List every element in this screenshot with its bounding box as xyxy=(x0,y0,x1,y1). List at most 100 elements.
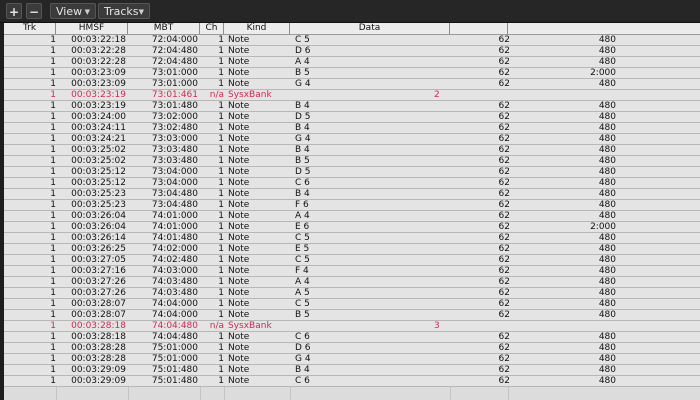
cell-mbt: 75:01:480 xyxy=(151,376,198,386)
note-event-row[interactable]: 1 00:03:27:26 74:03:480 1 Note A 5 62 480 xyxy=(4,288,700,299)
remove-event-button[interactable]: − xyxy=(26,3,42,19)
cell-ch: 1 xyxy=(218,189,224,199)
cell-length: 480 xyxy=(598,343,616,353)
note-event-row[interactable]: 1 00:03:28:28 75:01:000 1 Note D 6 62 480 xyxy=(4,343,700,354)
note-event-row[interactable]: 1 00:03:22:18 72:04:000 1 Note C 5 62 480 xyxy=(4,35,700,46)
cell-note: A 4 xyxy=(295,277,310,287)
cell-hmsf: 00:03:28:07 xyxy=(71,310,126,320)
note-event-row[interactable]: 1 00:03:22:28 72:04:480 1 Note A 4 62 480 xyxy=(4,57,700,68)
cell-note: C 5 xyxy=(295,35,310,45)
sysx-event-row[interactable]: 1 00:03:23:19 73:01:461 n/a SysxBank 2 xyxy=(4,90,700,101)
cell-velocity: 62 xyxy=(498,299,510,309)
cell-velocity: 62 xyxy=(498,376,510,386)
note-event-row[interactable]: 1 00:03:23:19 73:01:480 1 Note B 4 62 480 xyxy=(4,101,700,112)
note-event-row[interactable]: 1 00:03:23:09 73:01:000 1 Note G 4 62 480 xyxy=(4,79,700,90)
cell-ch: 1 xyxy=(218,156,224,166)
cell-velocity: 62 xyxy=(498,244,510,254)
cell-kind: Note xyxy=(228,376,250,386)
cell-ch: 1 xyxy=(218,101,224,111)
tracks-menu-label: Tracks xyxy=(104,5,139,18)
cell-kind: Note xyxy=(228,35,250,45)
cell-ch: 1 xyxy=(218,211,224,221)
column-header-kind[interactable]: Kind xyxy=(224,23,290,34)
column-header-ch[interactable]: Ch xyxy=(200,23,224,34)
note-event-row[interactable]: 1 00:03:25:12 73:04:000 1 Note C 6 62 480 xyxy=(4,178,700,189)
cell-length: 480 xyxy=(598,376,616,386)
note-event-row[interactable]: 1 00:03:25:12 73:04:000 1 Note D 5 62 480 xyxy=(4,167,700,178)
cell-mbt: 73:02:000 xyxy=(151,112,198,122)
column-header-mbt[interactable]: MBT xyxy=(128,23,200,34)
cell-trk: 1 xyxy=(50,145,56,155)
column-header-blank-2[interactable] xyxy=(508,23,700,34)
note-event-row[interactable]: 1 00:03:25:02 73:03:480 1 Note B 5 62 480 xyxy=(4,156,700,167)
cell-trk: 1 xyxy=(50,244,56,254)
cell-note: A 4 xyxy=(295,57,310,67)
cell-mbt: 73:01:461 xyxy=(151,90,198,100)
cell-kind: Note xyxy=(228,332,250,342)
cell-kind: Note xyxy=(228,145,250,155)
cell-kind: Note xyxy=(228,156,250,166)
cell-mbt: 74:02:480 xyxy=(151,255,198,265)
cell-velocity: 62 xyxy=(498,354,510,364)
add-event-button[interactable]: + xyxy=(6,3,22,19)
cell-velocity: 62 xyxy=(498,255,510,265)
cell-ch: 1 xyxy=(218,79,224,89)
cell-kind: Note xyxy=(228,134,250,144)
cell-note: G 4 xyxy=(295,354,311,364)
column-header-data[interactable]: Data xyxy=(290,23,450,34)
cell-trk: 1 xyxy=(50,222,56,232)
note-event-row[interactable]: 1 00:03:27:26 74:03:480 1 Note A 4 62 480 xyxy=(4,277,700,288)
tracks-menu[interactable]: Tracks ▼ xyxy=(98,3,150,19)
cell-ch: 1 xyxy=(218,200,224,210)
note-event-row[interactable]: 1 00:03:24:21 73:03:000 1 Note G 4 62 480 xyxy=(4,134,700,145)
cell-note: C 5 xyxy=(295,299,310,309)
note-event-row[interactable]: 1 00:03:28:18 74:04:480 1 Note C 6 62 480 xyxy=(4,332,700,343)
note-event-row[interactable]: 1 00:03:25:23 73:04:480 1 Note B 4 62 480 xyxy=(4,189,700,200)
cell-ch: 1 xyxy=(218,277,224,287)
cell-velocity: 62 xyxy=(498,200,510,210)
cell-trk: 1 xyxy=(50,277,56,287)
cell-note: D 6 xyxy=(295,46,311,56)
note-event-row[interactable]: 1 00:03:26:04 74:01:000 1 Note A 4 62 480 xyxy=(4,211,700,222)
column-header-blank-1[interactable] xyxy=(450,23,508,34)
note-event-row[interactable]: 1 00:03:25:23 73:04:480 1 Note F 6 62 480 xyxy=(4,200,700,211)
cell-ch: 1 xyxy=(218,244,224,254)
cell-ch: 1 xyxy=(218,376,224,386)
note-event-row[interactable]: 1 00:03:22:28 72:04:480 1 Note D 6 62 480 xyxy=(4,46,700,57)
cell-kind: Note xyxy=(228,365,250,375)
note-event-row[interactable]: 1 00:03:29:09 75:01:480 1 Note B 4 62 480 xyxy=(4,365,700,376)
cell-trk: 1 xyxy=(50,233,56,243)
cell-hmsf: 00:03:22:28 xyxy=(71,57,126,67)
cell-hmsf: 00:03:28:07 xyxy=(71,299,126,309)
note-event-row[interactable]: 1 00:03:24:00 73:02:000 1 Note D 5 62 480 xyxy=(4,112,700,123)
note-event-row[interactable]: 1 00:03:24:11 73:02:480 1 Note B 4 62 480 xyxy=(4,123,700,134)
cell-sysx-value: 2 xyxy=(434,90,440,100)
note-event-row[interactable]: 1 00:03:26:04 74:01:000 1 Note E 6 62 2:000 xyxy=(4,222,700,233)
cell-kind: Note xyxy=(228,200,250,210)
sysx-event-row[interactable]: 1 00:03:28:18 74:04:480 n/a SysxBank 3 xyxy=(4,321,700,332)
cell-length: 480 xyxy=(598,332,616,342)
note-event-row[interactable]: 1 00:03:27:16 74:03:000 1 Note F 4 62 480 xyxy=(4,266,700,277)
cell-length: 480 xyxy=(598,167,616,177)
cell-kind: Note xyxy=(228,57,250,67)
cell-ch: 1 xyxy=(218,112,224,122)
note-event-row[interactable]: 1 00:03:28:07 74:04:000 1 Note B 5 62 480 xyxy=(4,310,700,321)
note-event-row[interactable]: 1 00:03:26:25 74:02:000 1 Note E 5 62 480 xyxy=(4,244,700,255)
view-menu[interactable]: View ▼ xyxy=(50,3,96,19)
note-event-row[interactable]: 1 00:03:29:09 75:01:480 1 Note C 6 62 480 xyxy=(4,376,700,387)
note-event-row[interactable]: 1 00:03:26:14 74:01:480 1 Note C 5 62 480 xyxy=(4,233,700,244)
note-event-row[interactable]: 1 00:03:23:09 73:01:000 1 Note B 5 62 2:000 xyxy=(4,68,700,79)
cell-ch: 1 xyxy=(218,255,224,265)
note-event-row[interactable]: 1 00:03:27:05 74:02:480 1 Note C 5 62 480 xyxy=(4,255,700,266)
note-event-row[interactable]: 1 00:03:28:07 74:04:000 1 Note C 5 62 480 xyxy=(4,299,700,310)
column-header-trk[interactable]: Trk xyxy=(4,23,56,34)
column-header-hmsf[interactable]: HMSF xyxy=(56,23,128,34)
cell-kind: Note xyxy=(228,79,250,89)
cell-hmsf: 00:03:27:05 xyxy=(71,255,126,265)
note-event-row[interactable]: 1 00:03:25:02 73:03:480 1 Note B 4 62 480 xyxy=(4,145,700,156)
cell-kind: Note xyxy=(228,112,250,122)
cell-hmsf: 00:03:28:28 xyxy=(71,343,126,353)
cell-ch: 1 xyxy=(218,57,224,67)
cell-hmsf: 00:03:28:18 xyxy=(71,321,126,331)
note-event-row[interactable]: 1 00:03:28:28 75:01:000 1 Note G 4 62 480 xyxy=(4,354,700,365)
